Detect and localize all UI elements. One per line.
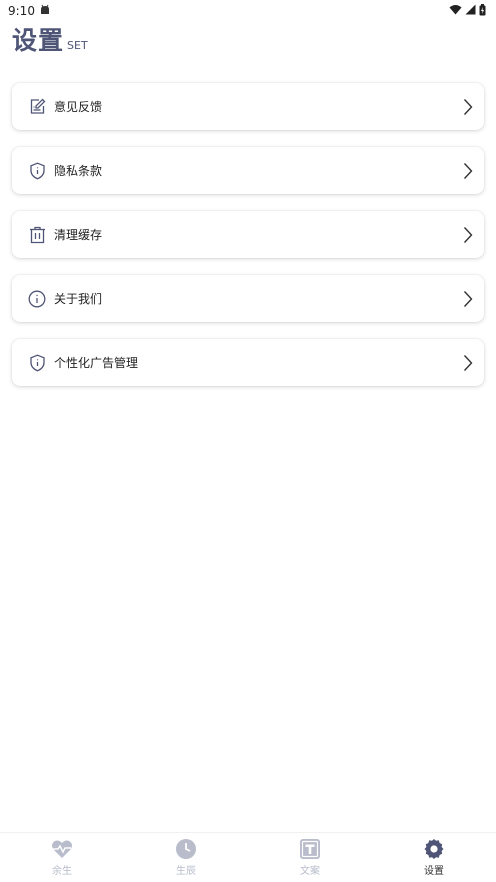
heart-pulse-icon xyxy=(51,838,73,860)
menu-item-label: 隐私条款 xyxy=(54,164,103,178)
status-right xyxy=(449,3,486,19)
menu-item-label: 清理缓存 xyxy=(54,228,103,242)
tab-label: 文案 xyxy=(300,866,320,877)
battery-icon xyxy=(479,3,486,19)
menu-item-label: 个性化广告管理 xyxy=(54,356,139,370)
tab-wenan[interactable]: 文案 xyxy=(248,833,372,882)
status-bar: 9:10 xyxy=(0,0,496,22)
page-header: 设置 SET xyxy=(12,26,88,56)
tab-label: 余生 xyxy=(52,866,72,877)
trash-icon xyxy=(28,226,46,244)
chevron-right-icon xyxy=(462,290,474,308)
signal-icon xyxy=(465,4,476,18)
tab-yusheng[interactable]: 余生 xyxy=(0,833,124,882)
tab-label: 设置 xyxy=(424,866,444,877)
clock-icon xyxy=(175,838,197,860)
menu-item-clear-cache[interactable]: 清理缓存 xyxy=(12,211,484,258)
text-t-icon xyxy=(299,838,321,860)
tab-shengchen[interactable]: 生辰 xyxy=(124,833,248,882)
chevron-right-icon xyxy=(462,226,474,244)
menu-item-about[interactable]: 关于我们 xyxy=(12,275,484,322)
chevron-right-icon xyxy=(462,98,474,116)
info-circle-icon xyxy=(28,290,46,308)
status-time: 9:10 xyxy=(8,4,35,18)
menu-item-privacy[interactable]: 隐私条款 xyxy=(12,147,484,194)
status-left: 9:10 xyxy=(8,4,51,19)
wifi-icon xyxy=(449,4,462,18)
shield-info-icon xyxy=(28,161,46,180)
chevron-right-icon xyxy=(462,162,474,180)
feedback-edit-icon xyxy=(28,98,46,116)
android-notification-icon xyxy=(39,4,51,19)
menu-item-feedback[interactable]: 意见反馈 xyxy=(12,83,484,130)
bottom-tab-bar: 余生 生辰 文案 设置 xyxy=(0,832,496,882)
tab-settings[interactable]: 设置 xyxy=(372,833,496,882)
page-subtitle: SET xyxy=(67,39,88,52)
gear-icon xyxy=(423,838,445,860)
menu-item-ad-personalization[interactable]: 个性化广告管理 xyxy=(12,339,484,386)
settings-menu: 意见反馈 隐私条款 清理缓存 关于我们 个性化广告管理 xyxy=(12,83,484,403)
tab-label: 生辰 xyxy=(176,866,196,877)
menu-item-label: 关于我们 xyxy=(54,292,103,306)
chevron-right-icon xyxy=(462,354,474,372)
shield-info-icon xyxy=(28,353,46,372)
page-title: 设置 xyxy=(12,26,65,55)
menu-item-label: 意见反馈 xyxy=(54,100,103,114)
